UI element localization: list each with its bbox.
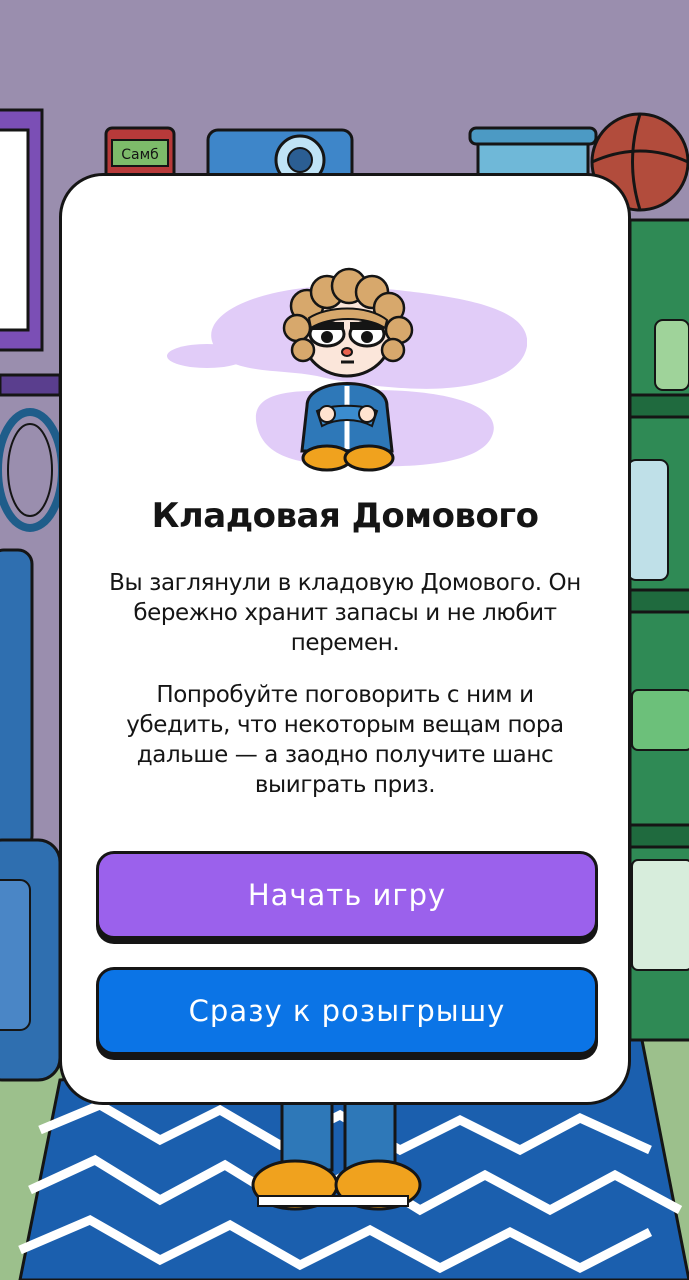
go-to-draw-button[interactable]: Сразу к розыгрышу	[96, 967, 598, 1055]
svg-text:Самб: Самб	[121, 147, 159, 163]
intro-dialog: Кладовая Домового Вы заглянули в кладову…	[59, 173, 631, 1105]
description-paragraph-1: Вы заглянули в кладовую Домового. Он бер…	[109, 570, 581, 656]
start-game-button[interactable]: Начать игру	[96, 851, 598, 939]
domovoy-character	[167, 267, 527, 472]
game-title: Кладовая Домового	[151, 496, 539, 536]
shelf	[627, 218, 689, 1042]
description-paragraph-2: Попробуйте поговорить с ним и убедить, ч…	[126, 682, 564, 798]
